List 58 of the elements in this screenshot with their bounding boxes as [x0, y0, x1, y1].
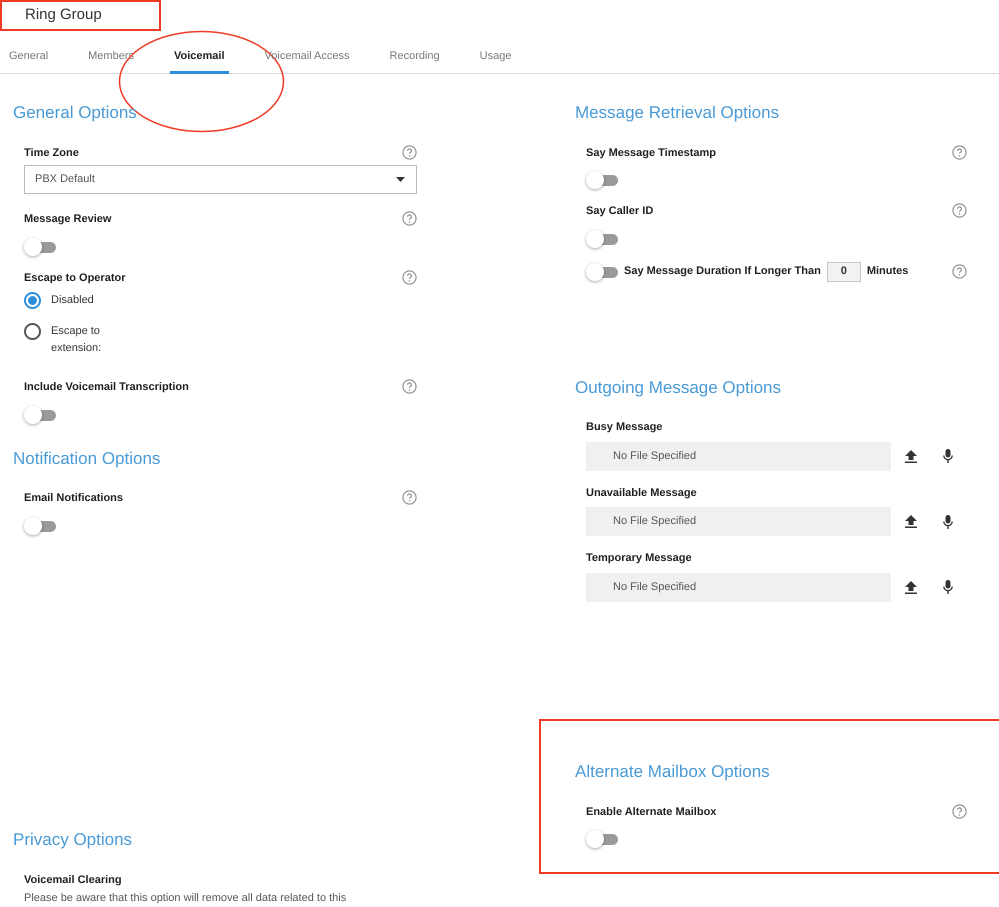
page-title: Ring Group: [25, 5, 102, 25]
section-title: Outgoing Message Options: [575, 376, 782, 398]
toggle-switch[interactable]: [586, 230, 618, 248]
microphone-icon[interactable]: [943, 514, 953, 528]
note-text: Please be aware that this option will remove all data related to this: [24, 892, 348, 905]
help-icon[interactable]: [402, 211, 417, 226]
field-label: Email Notifications: [24, 491, 124, 506]
help-icon[interactable]: [402, 379, 417, 394]
tab[interactable]: General: [5, 42, 52, 74]
tab[interactable]: Usage: [476, 42, 516, 74]
field-label: Message Review: [24, 212, 112, 227]
caret-icon: [396, 177, 405, 182]
field-label: Unavailable Message: [586, 486, 697, 500]
help-icon[interactable]: [952, 264, 967, 279]
microphone-icon[interactable]: [943, 449, 953, 463]
toggle-switch[interactable]: [24, 516, 56, 534]
toggle-switch[interactable]: [586, 830, 618, 848]
help-icon[interactable]: [402, 144, 417, 160]
file-field: No File Specified: [586, 572, 891, 602]
help-icon[interactable]: [952, 144, 967, 160]
upload-icon[interactable]: [905, 515, 917, 528]
field-label: Say Message Duration If Longer Than: [624, 264, 821, 280]
field-label: Time Zone: [24, 146, 79, 160]
upload-icon[interactable]: [905, 580, 917, 594]
field-label: Voicemail Clearing: [24, 872, 122, 888]
radio-label: Escape to extension:: [51, 324, 102, 356]
file-field: No File Specified: [586, 442, 891, 470]
field-label: Say Message Timestamp: [586, 146, 716, 160]
section-title: Notification Options: [13, 448, 162, 470]
help-icon[interactable]: [952, 804, 967, 818]
file-field: No File Specified: [586, 507, 891, 536]
field-label: Include Voicemail Transcription: [24, 380, 189, 395]
section-title: General Options: [13, 102, 138, 124]
field-label: Temporary Message: [586, 551, 692, 566]
section-title: Privacy Options: [13, 829, 134, 851]
tab[interactable]: Voicemail: [170, 42, 229, 74]
toggle-switch[interactable]: [586, 171, 618, 189]
radio-button[interactable]: [24, 323, 41, 340]
time-zone-select[interactable]: PBX Default: [24, 165, 417, 194]
radio-button[interactable]: [24, 292, 41, 309]
help-icon[interactable]: [402, 270, 417, 284]
section-title: Message Retrieval Options: [575, 102, 780, 124]
toggle-switch[interactable]: [24, 238, 56, 256]
toggle-switch[interactable]: [24, 406, 56, 424]
field-label: Busy Message: [586, 420, 662, 435]
field-label: Say Caller ID: [586, 204, 654, 219]
upload-icon[interactable]: [905, 450, 917, 462]
microphone-icon[interactable]: [943, 580, 953, 594]
field-label: Escape to Operator: [24, 270, 126, 286]
help-icon[interactable]: [402, 490, 417, 505]
toggle-switch[interactable]: [586, 262, 618, 280]
tab[interactable]: Recording: [386, 42, 444, 74]
section-title: Alternate Mailbox Options: [575, 761, 771, 783]
help-icon[interactable]: [952, 203, 967, 218]
minutes-input[interactable]: 0: [826, 262, 861, 282]
field-label: Enable Alternate Mailbox: [586, 804, 716, 820]
radio-label: Disabled: [51, 293, 95, 308]
field-label: Minutes: [866, 264, 908, 280]
